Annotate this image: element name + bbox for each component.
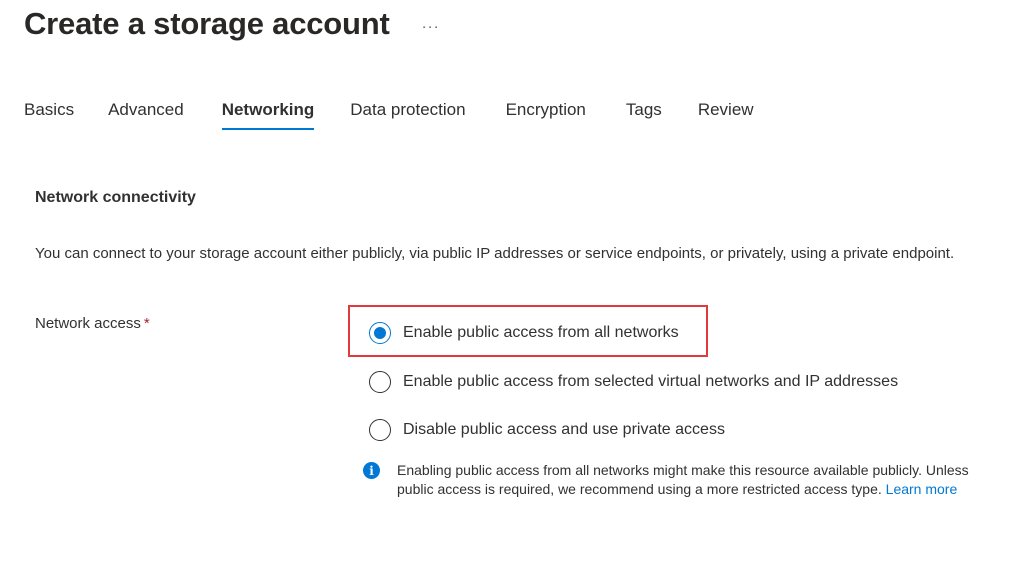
info-message-text: Enabling public access from all networks… [397, 462, 969, 497]
network-access-label-text: Network access [35, 315, 141, 332]
info-text: Enabling public access from all networks… [397, 461, 997, 499]
section-heading: Network connectivity [35, 189, 196, 206]
network-access-label: Network access * [35, 315, 150, 332]
tab-advanced[interactable]: Advanced [108, 100, 184, 130]
radio-label: Enable public access from all networks [403, 324, 679, 341]
info-icon: i [363, 462, 380, 479]
tab-bar: Basics Advanced Networking Data protecti… [24, 100, 754, 130]
radio-label: Enable public access from selected virtu… [403, 373, 899, 390]
tab-data-protection[interactable]: Data protection [350, 100, 465, 130]
tab-basics[interactable]: Basics [24, 100, 74, 130]
radio-disable-public-access[interactable]: Disable public access and use private ac… [369, 419, 725, 441]
learn-more-link[interactable]: Learn more [886, 481, 958, 497]
radio-unselected-indicator[interactable] [369, 419, 391, 441]
radio-unselected-indicator[interactable] [369, 371, 391, 393]
tab-tags[interactable]: Tags [626, 100, 662, 130]
required-marker: * [143, 315, 150, 332]
tab-review[interactable]: Review [698, 100, 754, 130]
more-options-button[interactable]: ··· [422, 18, 440, 35]
section-description: You can connect to your storage account … [35, 245, 955, 262]
radio-enable-selected-networks[interactable]: Enable public access from selected virtu… [369, 371, 898, 393]
page-title: Create a storage account [24, 6, 390, 41]
radio-enable-all-networks[interactable]: Enable public access from all networks [369, 322, 679, 344]
radio-dot [374, 327, 386, 339]
title-row: Create a storage account ··· [24, 6, 440, 42]
radio-selected-indicator[interactable] [369, 322, 391, 344]
tab-encryption[interactable]: Encryption [506, 100, 586, 130]
radio-label: Disable public access and use private ac… [403, 421, 725, 438]
info-message: i Enabling public access from all networ… [363, 461, 997, 499]
tab-networking[interactable]: Networking [221, 100, 314, 130]
create-storage-account-page: Create a storage account ··· Basics Adva… [0, 0, 1024, 571]
